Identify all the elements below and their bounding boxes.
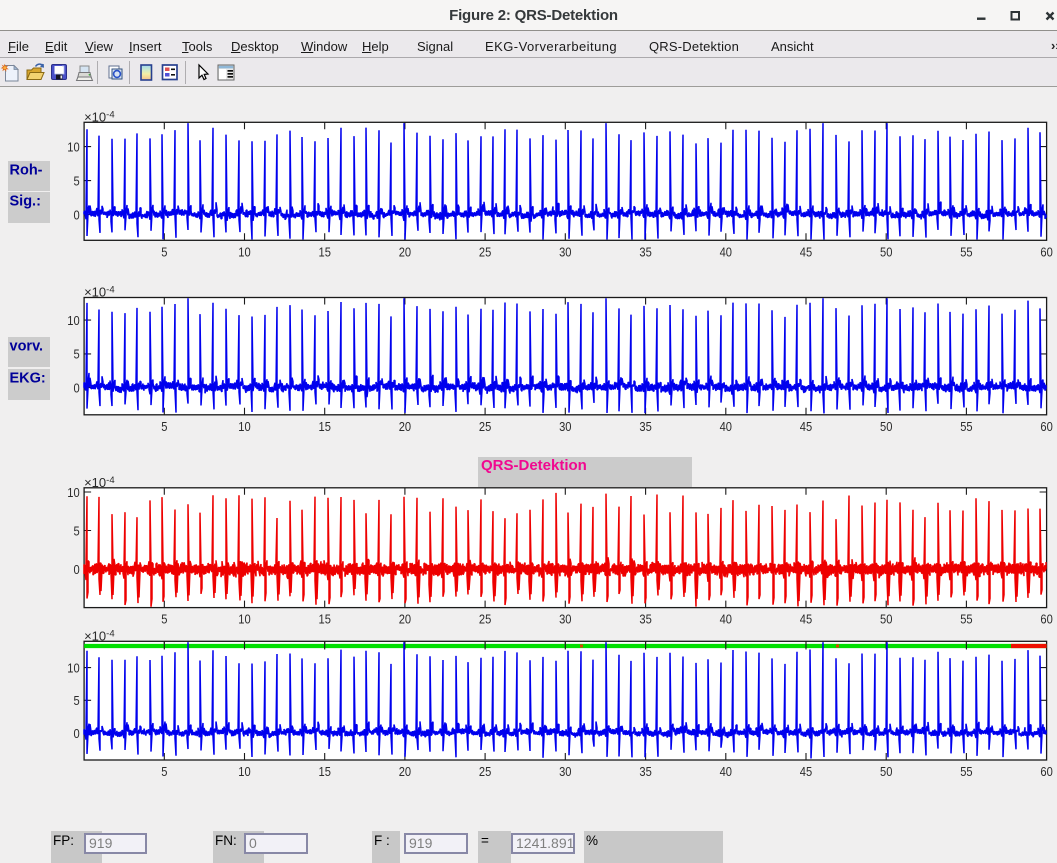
svg-text:10: 10 [67, 313, 79, 328]
svg-text:5: 5 [74, 347, 80, 362]
svg-text:40: 40 [720, 244, 732, 259]
svg-text:EKG:: EKG: [10, 371, 46, 387]
svg-text:5: 5 [161, 419, 167, 434]
svg-text:10: 10 [67, 660, 79, 675]
svg-text:50: 50 [880, 419, 892, 434]
svg-text:40: 40 [720, 764, 732, 779]
svg-text:vorv.: vorv. [10, 339, 44, 355]
svg-text:20: 20 [399, 612, 411, 627]
svg-text:45: 45 [800, 419, 812, 434]
svg-text:60: 60 [1040, 612, 1052, 627]
svg-text:15: 15 [319, 244, 331, 259]
svg-text:25: 25 [479, 612, 491, 627]
svg-text:40: 40 [720, 419, 732, 434]
svg-text:15: 15 [319, 764, 331, 779]
svg-text:5: 5 [74, 173, 80, 188]
svg-text:15: 15 [319, 419, 331, 434]
svg-text:60: 60 [1040, 419, 1052, 434]
svg-text:30: 30 [559, 612, 571, 627]
svg-text:50: 50 [880, 764, 892, 779]
svg-text:0: 0 [74, 207, 80, 222]
svg-text:55: 55 [960, 419, 972, 434]
svg-text:20: 20 [399, 764, 411, 779]
svg-text:35: 35 [639, 612, 651, 627]
svg-text:0: 0 [74, 562, 80, 577]
svg-text:25: 25 [479, 244, 491, 259]
svg-text:40: 40 [720, 612, 732, 627]
svg-text:5: 5 [74, 693, 80, 708]
svg-text:0: 0 [74, 380, 80, 395]
svg-text:QRS-Detektion: QRS-Detektion [481, 457, 587, 474]
svg-text:10: 10 [238, 419, 250, 434]
svg-text:25: 25 [479, 419, 491, 434]
svg-text:0: 0 [74, 726, 80, 741]
svg-text:25: 25 [479, 764, 491, 779]
svg-text:5: 5 [161, 244, 167, 259]
svg-text:50: 50 [880, 244, 892, 259]
svg-text:45: 45 [800, 244, 812, 259]
svg-text:10: 10 [67, 139, 79, 154]
svg-text:15: 15 [319, 612, 331, 627]
svg-text:5: 5 [161, 612, 167, 627]
svg-text:20: 20 [399, 419, 411, 434]
svg-text:Sig.:: Sig.: [10, 194, 41, 210]
svg-text:10: 10 [67, 485, 79, 500]
svg-text:10: 10 [238, 764, 250, 779]
svg-text:55: 55 [960, 612, 972, 627]
svg-text:35: 35 [639, 419, 651, 434]
svg-text:Roh-: Roh- [10, 163, 43, 179]
svg-text:30: 30 [559, 419, 571, 434]
svg-text:55: 55 [960, 764, 972, 779]
svg-text:5: 5 [74, 523, 80, 538]
svg-text:45: 45 [800, 612, 812, 627]
svg-text:10: 10 [238, 244, 250, 259]
svg-text:35: 35 [639, 244, 651, 259]
svg-text:20: 20 [399, 244, 411, 259]
svg-text:50: 50 [880, 612, 892, 627]
svg-text:30: 30 [559, 244, 571, 259]
svg-text:30: 30 [559, 764, 571, 779]
svg-text:60: 60 [1040, 244, 1052, 259]
svg-text:60: 60 [1040, 764, 1052, 779]
svg-text:5: 5 [161, 764, 167, 779]
svg-text:35: 35 [639, 764, 651, 779]
svg-text:10: 10 [238, 612, 250, 627]
svg-text:55: 55 [960, 244, 972, 259]
svg-text:45: 45 [800, 764, 812, 779]
